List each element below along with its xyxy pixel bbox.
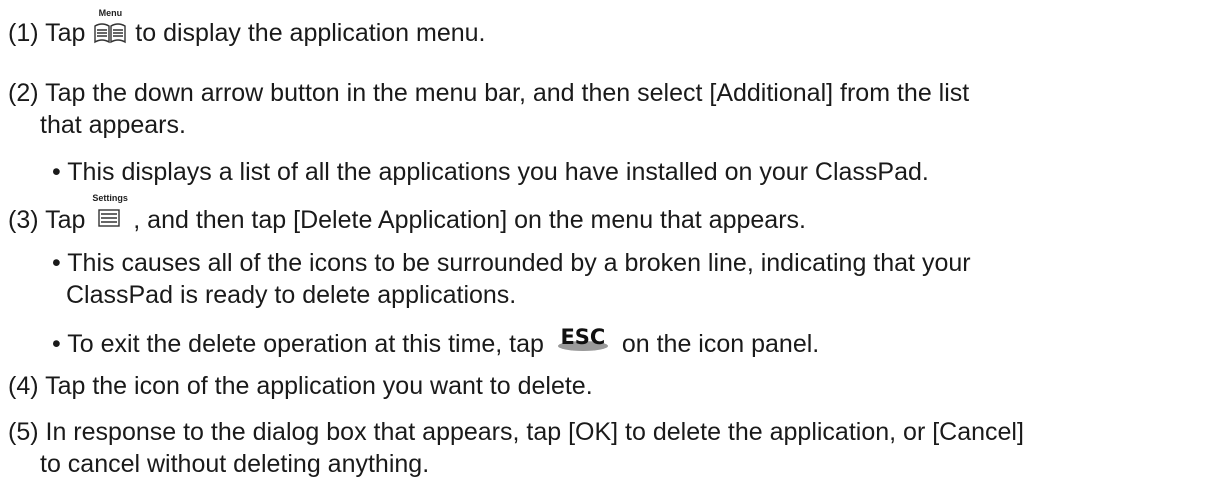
- esc-icon-label: ESC: [560, 325, 606, 349]
- step-3-bullet-2-text-before: To exit the delete operation at this tim…: [67, 330, 544, 358]
- step-3-bullet-1-text-2: ClassPad is ready to delete applications…: [66, 281, 517, 309]
- step-2-text-1: Tap the down arrow button in the menu ba…: [45, 79, 970, 107]
- step-1-text-before: Tap: [45, 19, 86, 47]
- step-5-text-2: to cancel without deleting anything.: [40, 450, 430, 478]
- step-3-number: (3): [8, 206, 39, 234]
- step-1-number: (1): [8, 19, 39, 47]
- step-5-text-1: In response to the dialog box that appea…: [45, 418, 1024, 446]
- step-5-line-1: (5) In response to the dialog box that a…: [8, 417, 1024, 447]
- step-5-number: (5): [8, 418, 39, 446]
- step-3-bullet-1-text-1: This causes all of the icons to be surro…: [67, 249, 971, 277]
- step-3-text-before: Tap: [45, 206, 86, 234]
- step-2-text-2: that appears.: [40, 111, 186, 139]
- step-1: (1) Tap Menu to display the application …: [8, 9, 486, 48]
- step-4-text: Tap the icon of the application you want…: [45, 372, 593, 400]
- step-1-text-after: to display the application menu.: [135, 19, 486, 47]
- step-5-line-2: to cancel without deleting anything.: [40, 449, 429, 479]
- step-3-bullet-2: • To exit the delete operation at this t…: [52, 325, 819, 359]
- step-3: (3) Tap Settings , and then tap [Delete …: [8, 194, 806, 235]
- settings-icon-caption: Settings: [92, 193, 128, 203]
- step-3-bullet-1-line-2: ClassPad is ready to delete applications…: [66, 280, 516, 310]
- step-2-bullet-1: • This displays a list of all the applic…: [52, 157, 929, 187]
- step-2-number: (2): [8, 79, 39, 107]
- step-4-number: (4): [8, 372, 39, 400]
- settings-icon: Settings: [92, 194, 128, 231]
- bullet-marker: •: [52, 249, 61, 277]
- bullet-marker: •: [52, 158, 61, 186]
- menu-icon: Menu: [92, 9, 128, 44]
- step-2-line-1: (2) Tap the down arrow button in the men…: [8, 78, 969, 108]
- step-3-bullet-1-line-1: • This causes all of the icons to be sur…: [52, 248, 971, 278]
- step-3-text-after: , and then tap [Delete Application] on t…: [133, 206, 806, 234]
- menu-icon-caption: Menu: [98, 8, 123, 18]
- bullet-marker: •: [52, 330, 61, 358]
- esc-icon: ESC: [557, 325, 609, 355]
- step-2-line-2: that appears.: [40, 110, 186, 140]
- step-3-bullet-2-text-after: on the icon panel.: [621, 330, 820, 358]
- step-4: (4) Tap the icon of the application you …: [8, 371, 593, 401]
- step-2-bullet-1-text: This displays a list of all the applicat…: [67, 158, 929, 186]
